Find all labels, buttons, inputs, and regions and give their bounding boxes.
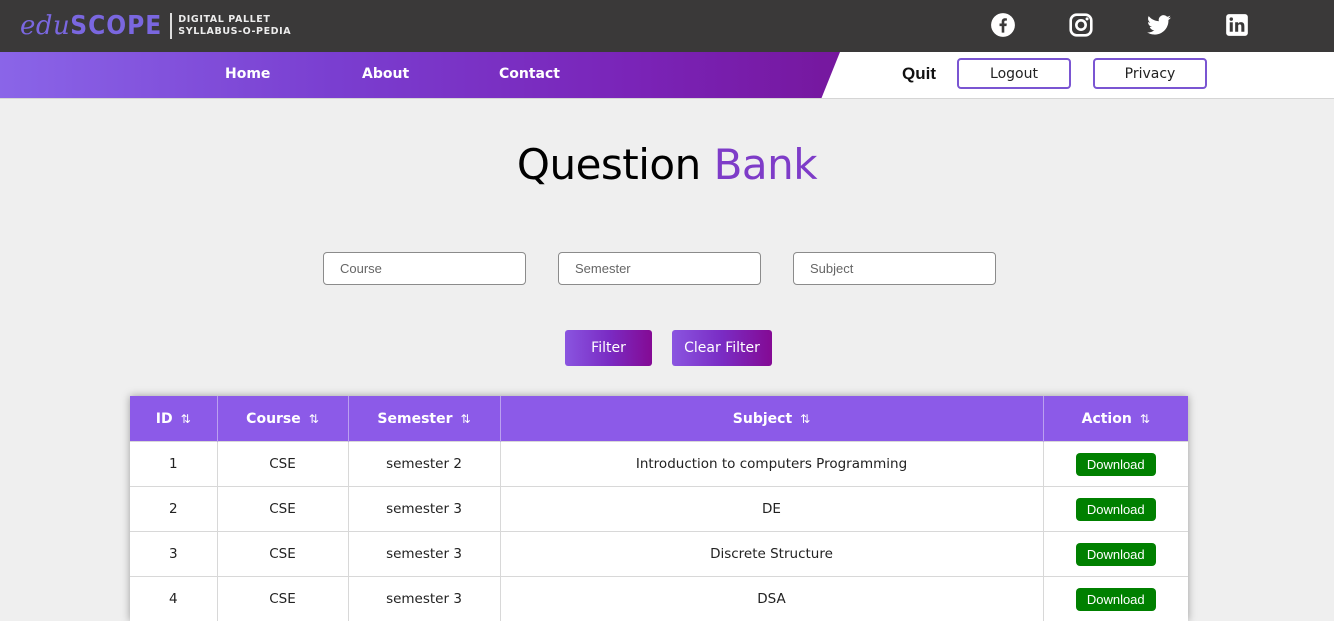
- cell-subject: Discrete Structure: [500, 532, 1043, 577]
- table-row: 3 CSE semester 3 Discrete Structure Down…: [130, 532, 1188, 577]
- column-label: Semester: [377, 411, 452, 427]
- column-label: Course: [246, 411, 301, 427]
- logo-upper: SCOPE: [70, 11, 162, 41]
- table-row: 1 CSE semester 2 Introduction to compute…: [130, 442, 1188, 487]
- quit-link[interactable]: Quit: [902, 64, 936, 84]
- page-title-part1: Question: [517, 140, 701, 189]
- logout-button[interactable]: Logout: [957, 58, 1071, 89]
- cell-course: CSE: [217, 532, 348, 577]
- twitter-icon[interactable]: [1144, 10, 1174, 40]
- instagram-icon[interactable]: [1066, 10, 1096, 40]
- sort-icon[interactable]: ⇅: [800, 412, 810, 426]
- table-row: 2 CSE semester 3 DE Download: [130, 487, 1188, 532]
- download-button[interactable]: Download: [1076, 498, 1156, 521]
- nav-link-contact[interactable]: Contact: [499, 66, 560, 82]
- column-header-subject[interactable]: Subject ⇅: [500, 396, 1043, 442]
- column-header-id[interactable]: ID ⇅: [130, 396, 217, 442]
- logo-tagline: DIGITAL PALLET SYLLABUS-O-PEDIA: [178, 14, 291, 38]
- download-button[interactable]: Download: [1076, 588, 1156, 611]
- cell-subject: Introduction to computers Programming: [500, 442, 1043, 487]
- logo-lower: edu: [20, 11, 70, 41]
- cell-action: Download: [1043, 487, 1188, 532]
- column-header-course[interactable]: Course ⇅: [217, 396, 348, 442]
- logo-divider: [170, 13, 172, 39]
- table-row: 4 CSE semester 3 DSA Download: [130, 577, 1188, 621]
- cell-course: CSE: [217, 442, 348, 487]
- cell-subject: DE: [500, 487, 1043, 532]
- nav-bar: Home About Contact Quit Logout Privacy: [0, 52, 1334, 99]
- cell-action: Download: [1043, 442, 1188, 487]
- column-header-semester[interactable]: Semester ⇅: [348, 396, 500, 442]
- page-title-part2: Bank: [714, 140, 818, 189]
- clear-filter-button[interactable]: Clear Filter: [672, 330, 772, 366]
- linkedin-icon[interactable]: [1222, 10, 1252, 40]
- cell-subject: DSA: [500, 577, 1043, 621]
- logo-tagline-line2: SYLLABUS-O-PEDIA: [178, 26, 291, 38]
- subject-filter-input[interactable]: [793, 252, 996, 285]
- sort-icon[interactable]: ⇅: [461, 412, 471, 426]
- nav-link-about[interactable]: About: [362, 66, 409, 82]
- cell-id: 3: [130, 532, 217, 577]
- sort-icon[interactable]: ⇅: [309, 412, 319, 426]
- column-header-action[interactable]: Action ⇅: [1043, 396, 1188, 442]
- download-button[interactable]: Download: [1076, 543, 1156, 566]
- cell-semester: semester 3: [348, 487, 500, 532]
- cell-action: Download: [1043, 577, 1188, 621]
- download-button[interactable]: Download: [1076, 453, 1156, 476]
- top-bar: eduSCOPE DIGITAL PALLET SYLLABUS-O-PEDIA: [0, 0, 1334, 52]
- sort-icon[interactable]: ⇅: [181, 412, 191, 426]
- column-label: ID: [156, 411, 173, 427]
- page-title: Question Bank: [0, 140, 1334, 189]
- course-filter-input[interactable]: [323, 252, 526, 285]
- logo-wordmark: eduSCOPE: [20, 11, 162, 41]
- column-label: Subject: [733, 411, 792, 427]
- column-label: Action: [1082, 411, 1132, 427]
- facebook-icon[interactable]: [988, 10, 1018, 40]
- logo[interactable]: eduSCOPE DIGITAL PALLET SYLLABUS-O-PEDIA: [20, 10, 291, 42]
- nav-link-home[interactable]: Home: [225, 66, 270, 82]
- cell-course: CSE: [217, 577, 348, 621]
- cell-id: 4: [130, 577, 217, 621]
- table-header-row: ID ⇅ Course ⇅ Semester ⇅ Subject ⇅ Action ⇅: [130, 396, 1188, 442]
- cell-semester: semester 3: [348, 532, 500, 577]
- cell-action: Download: [1043, 532, 1188, 577]
- cell-semester: semester 2: [348, 442, 500, 487]
- privacy-button[interactable]: Privacy: [1093, 58, 1207, 89]
- cell-course: CSE: [217, 487, 348, 532]
- cell-id: 1: [130, 442, 217, 487]
- cell-semester: semester 3: [348, 577, 500, 621]
- social-links: [988, 10, 1300, 40]
- cell-id: 2: [130, 487, 217, 532]
- nav-menu: Home About Contact: [0, 52, 840, 98]
- sort-icon[interactable]: ⇅: [1140, 412, 1150, 426]
- logo-tagline-line1: DIGITAL PALLET: [178, 14, 291, 26]
- question-bank-table: ID ⇅ Course ⇅ Semester ⇅ Subject ⇅ Action ⇅ 1…: [130, 396, 1188, 621]
- semester-filter-input[interactable]: [558, 252, 761, 285]
- filter-button[interactable]: Filter: [565, 330, 652, 366]
